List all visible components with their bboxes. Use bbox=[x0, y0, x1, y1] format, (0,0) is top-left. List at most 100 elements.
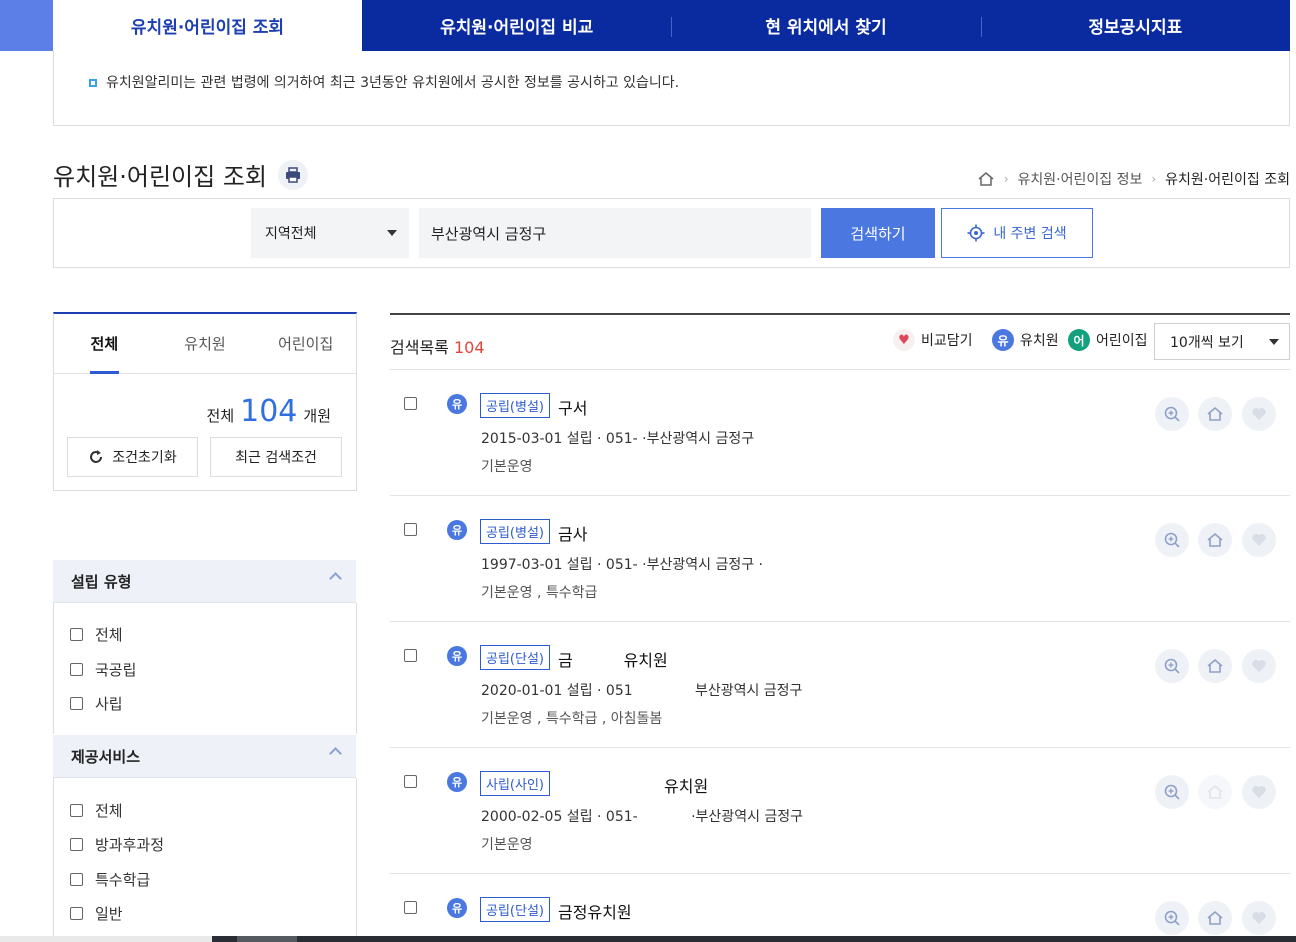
filter-option[interactable]: 국공립 bbox=[70, 659, 136, 680]
item-name[interactable]: 금 유치원 bbox=[558, 647, 668, 671]
heart-icon bbox=[1252, 534, 1266, 546]
kindergarten-mark-icon: 유 bbox=[992, 329, 1014, 351]
tab-search[interactable]: 유치원·어린이집 조회 bbox=[53, 0, 362, 51]
breadcrumb-current: 유치원·어린이집 조회 bbox=[1165, 172, 1290, 188]
detail-zoom-button[interactable] bbox=[1155, 775, 1189, 809]
filter-option[interactable]: 일반 bbox=[70, 903, 123, 924]
region-select-value: 지역전체 bbox=[265, 226, 317, 242]
checkbox[interactable] bbox=[404, 397, 417, 410]
zoom-in-icon bbox=[1164, 784, 1180, 800]
item-services: 기본운영 bbox=[481, 837, 533, 853]
filter-option-label: 방과후과정 bbox=[95, 836, 165, 854]
kindergarten-mark-icon: 유 bbox=[447, 520, 467, 540]
heart-icon bbox=[1252, 912, 1266, 924]
detail-zoom-button[interactable] bbox=[1155, 649, 1189, 683]
nearby-search-button[interactable]: 내 주변 검색 bbox=[941, 208, 1093, 258]
kindergarten-mark-icon: 유 bbox=[447, 772, 467, 792]
checkbox[interactable] bbox=[70, 838, 83, 851]
filter-option-label: 전체 bbox=[95, 626, 123, 644]
legend-kindergarten-label: 유치원 bbox=[1020, 333, 1059, 349]
detail-zoom-button[interactable] bbox=[1155, 901, 1189, 935]
kindergarten-mark-icon: 유 bbox=[447, 394, 467, 414]
filter-head-services[interactable]: 제공서비스 bbox=[53, 735, 356, 778]
filter-option[interactable]: 전체 bbox=[70, 624, 123, 645]
caret-down-icon bbox=[387, 230, 397, 236]
checkbox[interactable] bbox=[70, 663, 83, 676]
item-meta: 1997-03-01 설립 · 051- ·부산광역시 금정구 · bbox=[481, 557, 763, 573]
kind-tabs: 전체 유치원 어린이집 bbox=[54, 314, 356, 374]
list-item: 유 공립(단설) 금정유치원 bbox=[390, 874, 1290, 936]
kind-tab-all[interactable]: 전체 bbox=[54, 314, 155, 374]
filter-summary-panel: 전체 유치원 어린이집 전체 104 개원 조건초기화 최근 검색조건 bbox=[53, 312, 357, 491]
item-name[interactable]: 금사 bbox=[558, 521, 587, 545]
checkbox[interactable] bbox=[70, 628, 83, 641]
item-meta: 2020-01-01 설립 · 051 부산광역시 금정구 bbox=[481, 683, 803, 699]
recent-search-button[interactable]: 최근 검색조건 bbox=[210, 437, 342, 477]
homepage-button[interactable] bbox=[1198, 397, 1232, 431]
filter-head-establishment[interactable]: 설립 유형 bbox=[53, 560, 356, 603]
checkbox[interactable] bbox=[70, 804, 83, 817]
compare-heart-button[interactable] bbox=[1242, 901, 1276, 935]
tab-disclosure-index[interactable]: 정보공시지표 bbox=[980, 0, 1290, 51]
reset-filters-button[interactable]: 조건초기화 bbox=[67, 437, 198, 477]
filter-title-establishment: 설립 유형 bbox=[71, 572, 132, 591]
checkbox[interactable] bbox=[70, 907, 83, 920]
address-input[interactable] bbox=[419, 208, 811, 258]
search-button[interactable]: 검색하기 bbox=[821, 208, 935, 258]
filter-option[interactable]: 전체 bbox=[70, 800, 123, 821]
region-select[interactable]: 지역전체 bbox=[251, 208, 409, 258]
filter-option[interactable]: 방과후과정 bbox=[70, 834, 164, 855]
home-icon[interactable] bbox=[977, 171, 995, 187]
nav-left-stub bbox=[0, 0, 53, 51]
daycare-mark-icon: 어 bbox=[1068, 329, 1090, 351]
checkbox[interactable] bbox=[404, 649, 417, 662]
item-name[interactable]: 구서 bbox=[558, 395, 587, 419]
checkbox[interactable] bbox=[404, 775, 417, 788]
compare-heart-button[interactable] bbox=[1242, 397, 1276, 431]
checkbox[interactable] bbox=[70, 697, 83, 710]
item-services: 기본운영 , 특수학급 bbox=[481, 585, 598, 601]
checkbox[interactable] bbox=[70, 873, 83, 886]
homepage-button[interactable] bbox=[1198, 523, 1232, 557]
kindergarten-mark-icon: 유 bbox=[447, 646, 467, 666]
tab-nearby[interactable]: 현 위치에서 찾기 bbox=[671, 0, 980, 51]
taskbar-segment bbox=[0, 936, 212, 942]
item-services: 기본운영 , 특수학급 , 아침돌봄 bbox=[481, 711, 663, 727]
list-item: 유 사립(사인) 유치원 2000-02-05 설립 · 051- ·부산광역시… bbox=[390, 748, 1290, 874]
homepage-button[interactable] bbox=[1198, 649, 1232, 683]
results-label-text: 검색목록 bbox=[390, 338, 449, 357]
legend-compare-label: 비교담기 bbox=[921, 333, 973, 349]
tab-compare[interactable]: 유치원·어린이집 비교 bbox=[362, 0, 671, 51]
print-button[interactable] bbox=[278, 160, 308, 190]
legend-daycare-label: 어린이집 bbox=[1096, 333, 1148, 349]
bullet-square-icon bbox=[89, 79, 97, 87]
item-name[interactable]: 유치원 bbox=[664, 773, 708, 797]
list-item: 유 공립(병설) 구서 2015-03-01 설립 · 051- ·부산광역시 … bbox=[390, 370, 1290, 496]
compare-heart-button[interactable] bbox=[1242, 649, 1276, 683]
filter-option[interactable]: 사립 bbox=[70, 693, 123, 714]
breadcrumb-level1[interactable]: 유치원·어린이집 정보 bbox=[1018, 169, 1143, 189]
printer-icon bbox=[286, 167, 300, 183]
homepage-button[interactable] bbox=[1198, 901, 1232, 935]
compare-heart-button[interactable] bbox=[1242, 523, 1276, 557]
checkbox[interactable] bbox=[404, 901, 417, 914]
item-name[interactable]: 금정유치원 bbox=[558, 899, 632, 923]
detail-zoom-button[interactable] bbox=[1155, 397, 1189, 431]
checkbox[interactable] bbox=[404, 523, 417, 536]
legend-compare: ♥ 비교담기 bbox=[893, 329, 973, 351]
breadcrumb-separator: › bbox=[1151, 172, 1157, 186]
zoom-in-icon bbox=[1164, 532, 1180, 548]
chevron-up-icon bbox=[329, 747, 342, 760]
homepage-button-disabled bbox=[1198, 775, 1232, 809]
type-badge: 사립(사인) bbox=[480, 771, 550, 796]
results-header: 검색목록 104 ♥ 비교담기 유 유치원 어 어린이집 10개씩 보기 bbox=[390, 313, 1290, 370]
kind-tab-daycare[interactable]: 어린이집 bbox=[255, 314, 356, 373]
item-meta: 2015-03-01 설립 · 051- ·부산광역시 금정구 bbox=[481, 431, 755, 447]
compare-heart-button[interactable] bbox=[1242, 775, 1276, 809]
top-nav: 유치원·어린이집 조회 유치원·어린이집 비교 현 위치에서 찾기 정보공시지표 bbox=[0, 0, 1296, 51]
chevron-up-icon bbox=[329, 572, 342, 585]
page-size-select[interactable]: 10개씩 보기 bbox=[1154, 323, 1290, 360]
detail-zoom-button[interactable] bbox=[1155, 523, 1189, 557]
kind-tab-kindergarten[interactable]: 유치원 bbox=[155, 314, 256, 373]
filter-option[interactable]: 특수학급 bbox=[70, 869, 150, 890]
